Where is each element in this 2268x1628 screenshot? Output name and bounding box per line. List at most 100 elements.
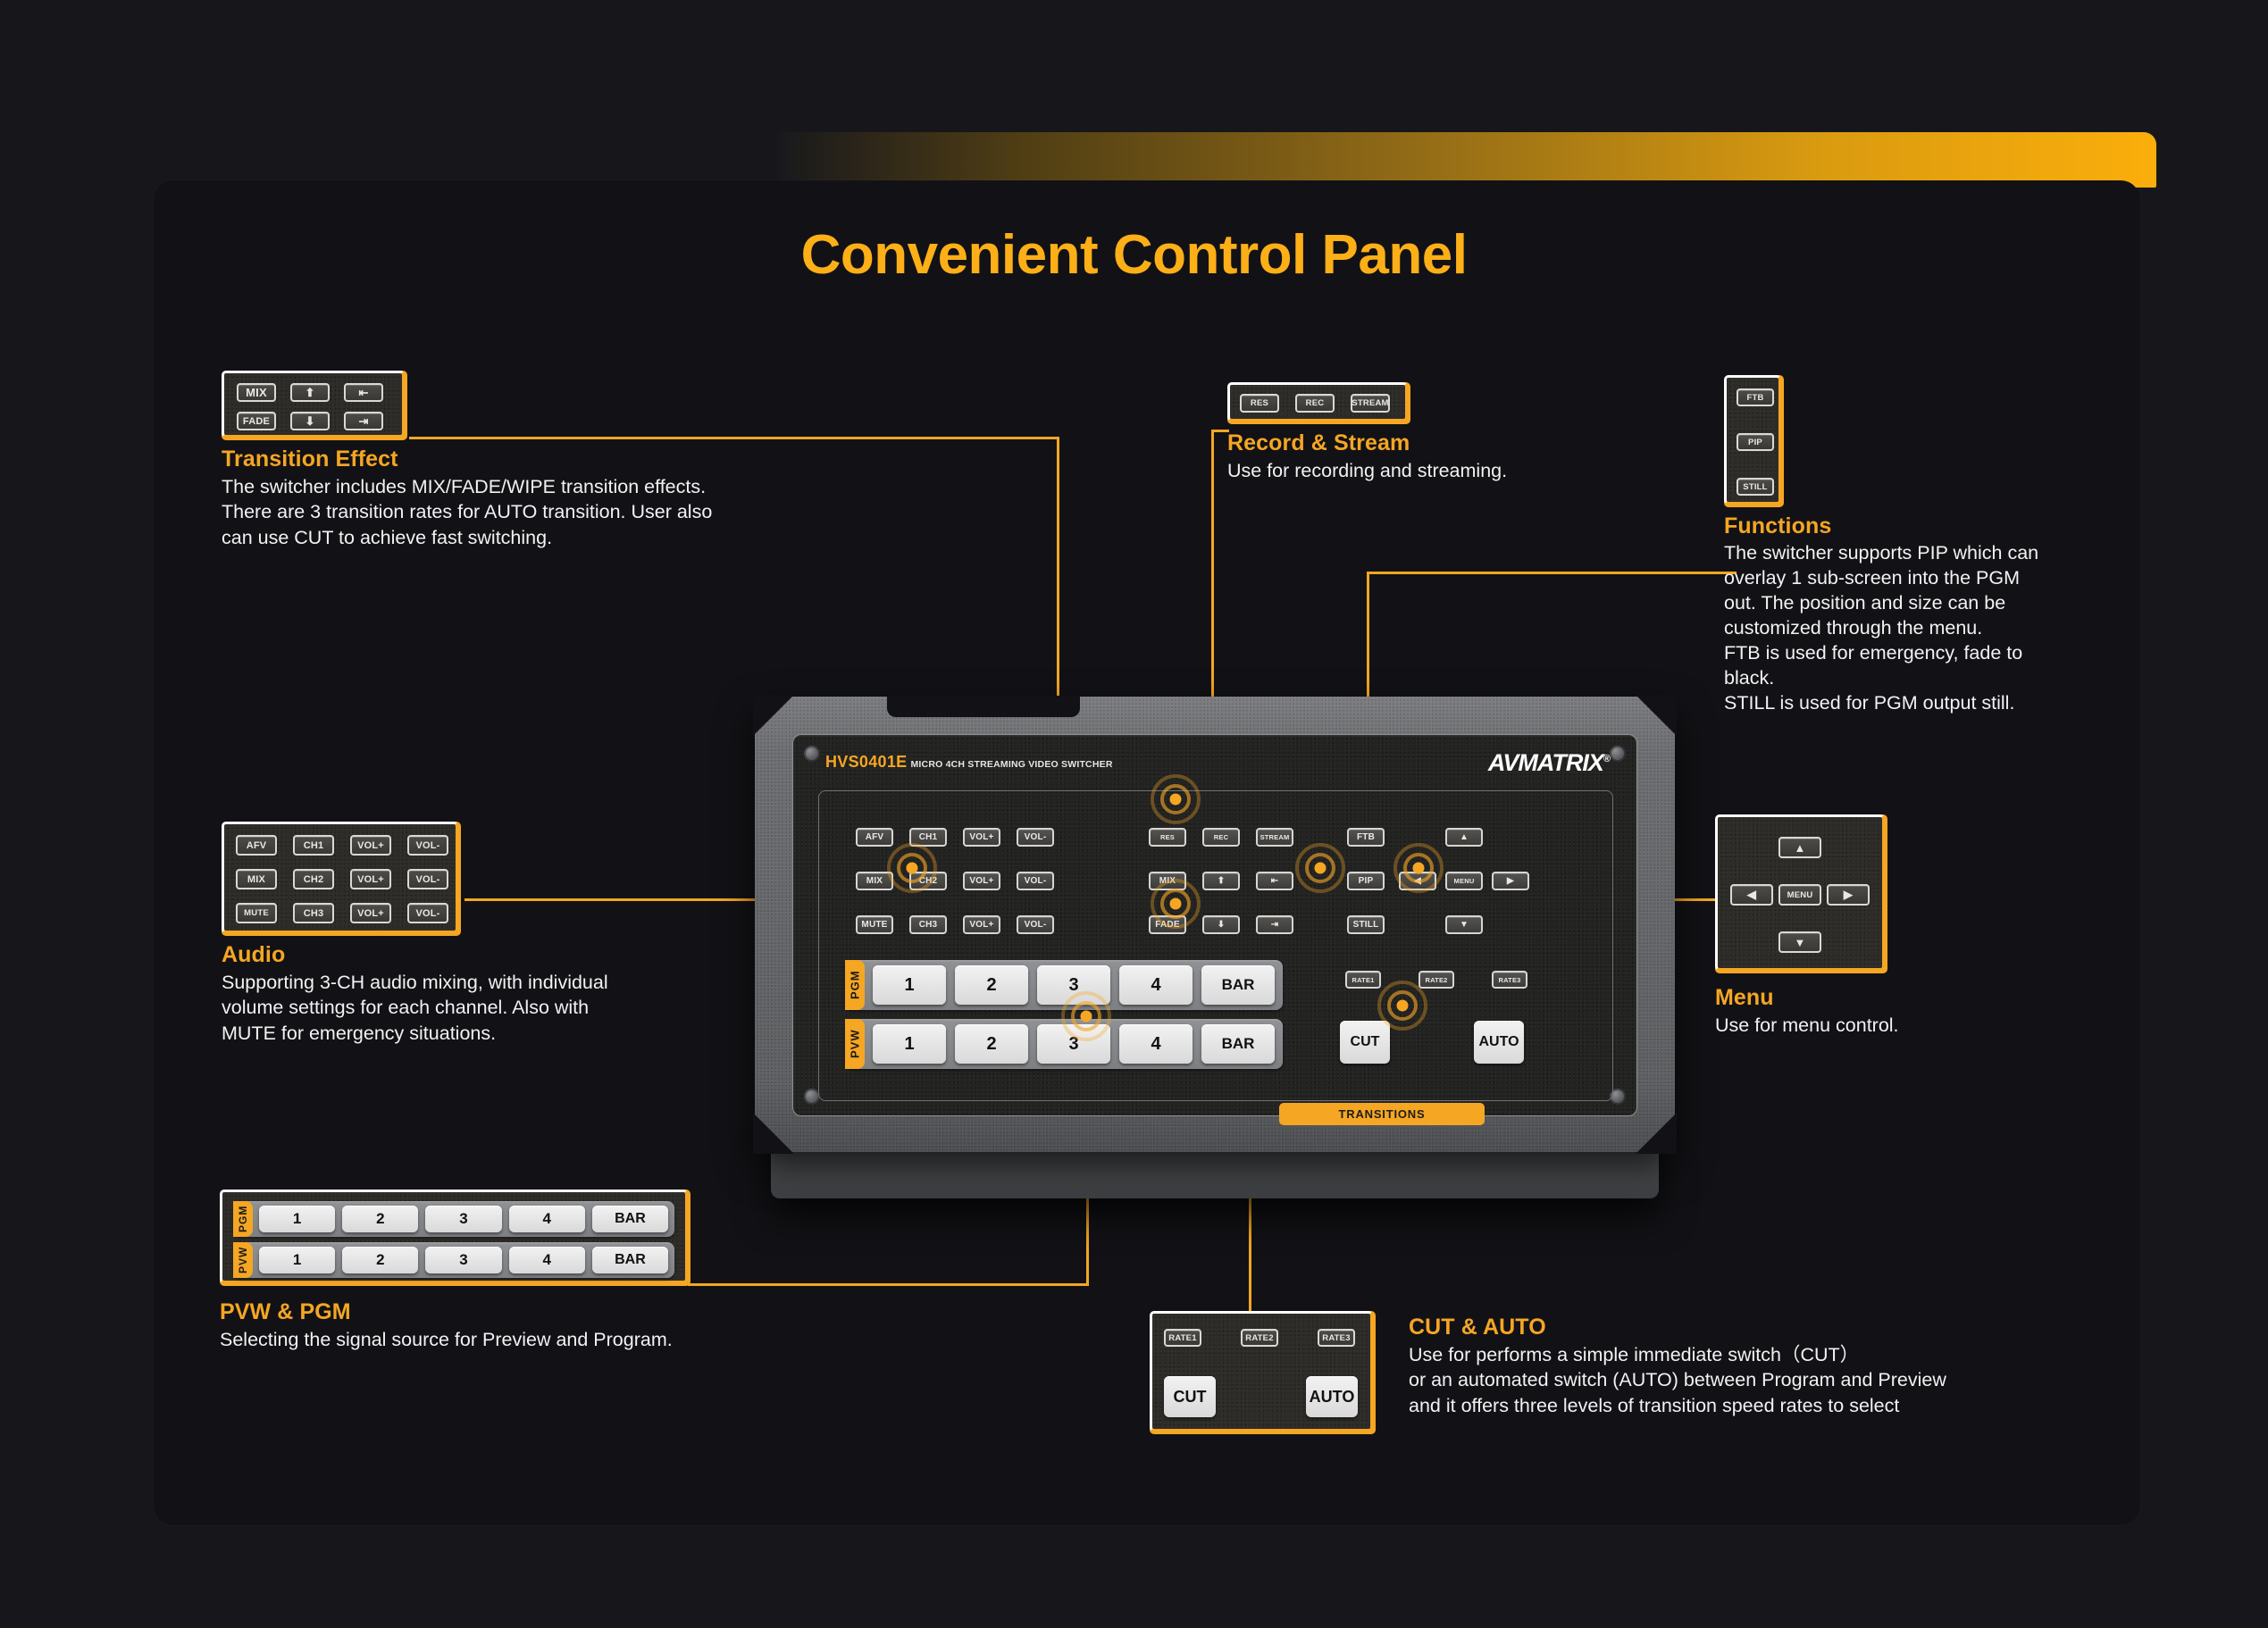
- chip-key-vol-dn-3[interactable]: VOL-: [407, 903, 448, 923]
- chip-pgm-key-3[interactable]: 3: [425, 1206, 502, 1232]
- chip-key-vol-dn-2[interactable]: VOL-: [407, 869, 448, 889]
- chip-key-wipe-up[interactable]: ⬆: [290, 383, 330, 402]
- pvw-key-4[interactable]: 4: [1119, 1024, 1193, 1064]
- device-key-vol-up-3[interactable]: VOL+: [963, 915, 1000, 934]
- device-key-ftb[interactable]: FTB: [1347, 828, 1385, 847]
- device-key-menu-up[interactable]: ▲: [1445, 828, 1483, 847]
- chip-key-menu-down[interactable]: ▼: [1778, 931, 1821, 953]
- chip-pgm-bus: PGM 1 2 3 4 BAR: [233, 1201, 674, 1237]
- callout-body-menu: Use for menu control.: [1715, 1013, 2117, 1038]
- pgm-key-2[interactable]: 2: [955, 965, 1028, 1005]
- device-key-wipe-right[interactable]: ⇥: [1256, 915, 1293, 934]
- chip-key-wipe-right[interactable]: ⇥: [344, 412, 383, 430]
- brand-name: AVMATRIX: [1487, 749, 1604, 776]
- device-key-vol-down-3[interactable]: VOL-: [1017, 915, 1054, 934]
- device-key-rate1[interactable]: RATE1: [1345, 971, 1381, 989]
- callout-title-audio: Audio: [222, 942, 286, 967]
- device-key-menu-right[interactable]: ▶: [1492, 872, 1529, 890]
- chip-key-auto[interactable]: AUTO: [1306, 1376, 1358, 1417]
- device-key-vol-down-1[interactable]: VOL-: [1017, 828, 1054, 847]
- transitions-label: TRANSITIONS: [1279, 1103, 1485, 1125]
- chip-key-rate3[interactable]: RATE3: [1318, 1329, 1355, 1347]
- device-key-vol-up-2[interactable]: VOL+: [963, 872, 1000, 890]
- chip-key-res[interactable]: RES: [1240, 394, 1279, 413]
- device-key-wipe-left[interactable]: ⇤: [1256, 872, 1293, 890]
- chip-pgm-tag: PGM: [233, 1201, 253, 1237]
- device-key-stream[interactable]: STREAM: [1256, 828, 1293, 847]
- callout-transition-effect: MIX ⬆ ⇤ FADE ⬇ ⇥ Transition Effect The s…: [222, 371, 775, 550]
- pgm-key-bar[interactable]: BAR: [1201, 965, 1275, 1005]
- device-key-menu-down[interactable]: ▼: [1445, 915, 1483, 934]
- chip-key-vol-up-2[interactable]: VOL+: [350, 869, 391, 889]
- device-key-auto[interactable]: AUTO: [1474, 1021, 1524, 1064]
- pvw-key-1[interactable]: 1: [873, 1024, 946, 1064]
- chip-key-menu-up[interactable]: ▲: [1778, 837, 1821, 858]
- chip-key-mute[interactable]: MUTE: [236, 903, 277, 923]
- pgm-key-1[interactable]: 1: [873, 965, 946, 1005]
- chip-key-menu-left[interactable]: ◀: [1730, 884, 1773, 906]
- connector-functions-h1: [1367, 572, 1737, 574]
- record-stream-chip-box: RES REC STREAM: [1227, 382, 1408, 422]
- device-key-vol-up-1[interactable]: VOL+: [963, 828, 1000, 847]
- callout-audio: AFV CH1 VOL+ VOL- MIX CH2 VOL+ VOL- MUTE…: [222, 822, 775, 1046]
- chip-key-vol-up-3[interactable]: VOL+: [350, 903, 391, 923]
- chip-key-rate2[interactable]: RATE2: [1241, 1329, 1278, 1347]
- audio-chip-box: AFV CH1 VOL+ VOL- MIX CH2 VOL+ VOL- MUTE…: [222, 822, 458, 933]
- chip-pgm-key-2[interactable]: 2: [342, 1206, 419, 1232]
- chip-key-ch2[interactable]: CH2: [293, 869, 334, 889]
- device-key-menu[interactable]: MENU: [1445, 872, 1483, 890]
- chip-pgm-keys: 1 2 3 4 BAR: [253, 1206, 674, 1232]
- chip-key-vol-up-1[interactable]: VOL+: [350, 835, 391, 856]
- chip-pgm-key-4[interactable]: 4: [508, 1206, 585, 1232]
- chip-key-still[interactable]: STILL: [1737, 478, 1774, 496]
- device-key-rate3[interactable]: RATE3: [1492, 971, 1527, 989]
- chip-key-wipe-down[interactable]: ⬇: [290, 412, 330, 430]
- chip-pvw-key-1[interactable]: 1: [259, 1247, 336, 1273]
- device-key-mute[interactable]: MUTE: [856, 915, 893, 934]
- callout-line: volume settings for each channel. Also w…: [222, 997, 590, 1019]
- device-key-vol-down-2[interactable]: VOL-: [1017, 872, 1054, 890]
- device-key-wipe-down[interactable]: ⬇: [1202, 915, 1240, 934]
- callout-line: Use for performs a simple immediate swit…: [1409, 1344, 1860, 1365]
- chip-key-pip[interactable]: PIP: [1737, 433, 1774, 451]
- chip-key-vol-dn-1[interactable]: VOL-: [407, 835, 448, 856]
- device-key-rec[interactable]: REC: [1202, 828, 1240, 847]
- chip-key-stream[interactable]: STREAM: [1351, 394, 1390, 413]
- chip-key-rec[interactable]: REC: [1295, 394, 1335, 413]
- chip-pgm-key-bar[interactable]: BAR: [591, 1206, 669, 1232]
- chip-pvw-key-2[interactable]: 2: [342, 1247, 419, 1273]
- pvw-key-2[interactable]: 2: [955, 1024, 1028, 1064]
- chip-pvw-key-bar[interactable]: BAR: [591, 1247, 669, 1273]
- device-top-notch: [887, 696, 1080, 717]
- chip-key-fade[interactable]: FADE: [237, 412, 276, 430]
- chip-key-menu-right[interactable]: ▶: [1827, 884, 1870, 906]
- infographic-stage: Convenient Control Panel HVS0401E MICRO …: [0, 0, 2268, 1628]
- callout-line: Use for recording and streaming.: [1227, 460, 1508, 481]
- callout-line: MUTE for emergency situations.: [222, 1022, 497, 1044]
- callout-functions: FTB PIP STILL Functions The switcher sup…: [1724, 375, 2144, 716]
- chip-key-menu[interactable]: MENU: [1778, 884, 1821, 906]
- device-key-res[interactable]: RES: [1149, 828, 1186, 847]
- chip-key-afv[interactable]: AFV: [236, 835, 277, 856]
- functions-chip-box: FTB PIP STILL: [1724, 375, 1781, 505]
- device-key-still[interactable]: STILL: [1347, 915, 1385, 934]
- ripple-marker-pip: [1295, 843, 1345, 893]
- ripple-marker-rec: [1151, 774, 1201, 824]
- chip-key-mix-audio[interactable]: MIX: [236, 869, 277, 889]
- pvw-key-bar[interactable]: BAR: [1201, 1024, 1275, 1064]
- callout-line: Supporting 3-CH audio mixing, with indiv…: [222, 972, 608, 993]
- chip-key-ch3[interactable]: CH3: [293, 903, 334, 923]
- chip-key-ch1[interactable]: CH1: [293, 835, 334, 856]
- chip-pvw-key-4[interactable]: 4: [508, 1247, 585, 1273]
- chip-key-wipe-left[interactable]: ⇤: [344, 383, 383, 402]
- chip-key-ftb[interactable]: FTB: [1737, 388, 1774, 406]
- chip-pvw-key-3[interactable]: 3: [425, 1247, 502, 1273]
- device-key-pip[interactable]: PIP: [1347, 872, 1385, 890]
- device-key-wipe-up[interactable]: ⬆: [1202, 872, 1240, 890]
- device-key-ch3[interactable]: CH3: [909, 915, 947, 934]
- chip-pgm-key-1[interactable]: 1: [259, 1206, 336, 1232]
- chip-key-cut[interactable]: CUT: [1164, 1376, 1216, 1417]
- pgm-key-4[interactable]: 4: [1119, 965, 1193, 1005]
- chip-key-mix[interactable]: MIX: [237, 383, 276, 402]
- chip-key-rate1[interactable]: RATE1: [1164, 1329, 1201, 1347]
